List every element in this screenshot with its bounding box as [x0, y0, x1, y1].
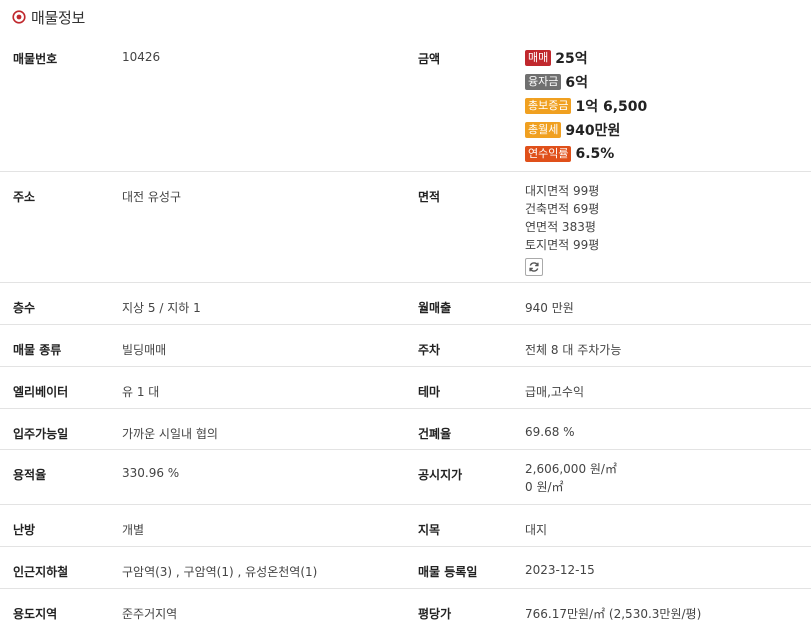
theme-label: 테마: [405, 366, 525, 409]
far-value: 330.96 %: [122, 449, 405, 505]
price-line-sale: 매매 25억: [525, 46, 811, 70]
official-price-1: 2,606,000 원/㎡: [525, 461, 617, 476]
land-area: 대지면적 99평: [525, 183, 600, 198]
area-list: 대지면적 99평 건축면적 69평 연면적 383평 토지면적 99평: [525, 171, 811, 283]
listing-no-value: 10426: [122, 34, 405, 172]
official-price-list: 2,606,000 원/㎡ 0 원/㎡: [525, 449, 811, 505]
target-icon: [12, 10, 26, 24]
loan-value: 6억: [565, 75, 588, 91]
far-label: 용적율: [0, 449, 122, 505]
address-label: 주소: [0, 171, 122, 283]
floors-label: 층수: [0, 282, 122, 325]
price-line-loan: 융자금 6억: [525, 70, 811, 94]
property-info-table: 매물번호 10426 금액 매매 25억 융자금 6억 총보증금 1억 6,50…: [0, 34, 811, 628]
yield-badge: 연수익률: [525, 146, 572, 162]
table-row: 주소 대전 유성구 면적 대지면적 99평 건축면적 69평 연면적 383평 …: [0, 171, 811, 283]
floors-value: 지상 5 / 지하 1: [122, 282, 405, 325]
table-row: 용적율 330.96 % 공시지가 2,606,000 원/㎡ 0 원/㎡: [0, 449, 811, 505]
section-header: 매물정보: [0, 0, 811, 34]
table-row: 매물 종류 빌딩매매 주차 전체 8 대 주차가능: [0, 324, 811, 367]
land-category-label: 지목: [405, 504, 525, 547]
area-unit-toggle-button[interactable]: [525, 257, 543, 276]
table-row: 난방 개별 지목 대지: [0, 504, 811, 547]
move-in-label: 입주가능일: [0, 408, 122, 450]
subway-label: 인근지하철: [0, 546, 122, 589]
zoning-value: 준주거지역: [122, 606, 178, 621]
coverage-value: 69.68 %: [525, 408, 811, 450]
heating-label: 난방: [0, 504, 122, 547]
monthly-sales-value: 940 만원: [525, 282, 811, 325]
type-value: 빌딩매매: [122, 324, 405, 367]
elevator-value: 유 1 대: [122, 366, 405, 409]
table-row: 엘리베이터 유 1 대 테마 급매,고수익: [0, 366, 811, 409]
table-row: 용도지역 준주거지역 평당가 766.17만원/㎡ (2,530.3만원/평): [0, 588, 811, 628]
parking-label: 주차: [405, 324, 525, 367]
price-list: 매매 25억 융자금 6억 총보증금 1억 6,500 총월세 940만원 연수…: [525, 34, 811, 172]
refresh-icon: [528, 261, 540, 273]
price-line-deposit: 총보증금 1억 6,500: [525, 94, 811, 118]
sale-price-value: 25억: [555, 51, 588, 67]
reg-date-label: 매물 등록일: [405, 546, 525, 589]
theme-value: 급매,고수익: [525, 366, 811, 409]
table-row: 인근지하철 구암역(3) , 구암역(1) , 유성온천역(1) 매물 등록일 …: [0, 546, 811, 589]
type-label: 매물 종류: [0, 324, 122, 367]
area-label: 면적: [405, 171, 525, 283]
building-area: 건축면적 69평: [525, 201, 600, 216]
official-price-label: 공시지가: [405, 449, 525, 505]
table-row: 매물번호 10426 금액 매매 25억 융자금 6억 총보증금 1억 6,50…: [0, 34, 811, 172]
land-category-value: 대지: [525, 504, 811, 547]
heating-value: 개별: [122, 504, 405, 547]
reg-date-value: 2023-12-15: [525, 546, 811, 589]
coverage-label: 건폐율: [405, 408, 525, 450]
rent-value: 940만원: [565, 123, 621, 139]
price-per-pyeong-value: 766.17만원/㎡ (2,530.3만원/평): [525, 606, 702, 621]
price-per-pyeong-label: 평당가: [418, 606, 452, 621]
rent-badge: 총월세: [525, 122, 562, 138]
price-line-yield: 연수익률 6.5%: [525, 142, 811, 166]
table-row: 층수 지상 5 / 지하 1 월매출 940 만원: [0, 282, 811, 325]
monthly-sales-label: 월매출: [405, 282, 525, 325]
subway-value: 구암역(3) , 구암역(1) , 유성온천역(1): [122, 546, 405, 589]
zoning-label: 용도지역: [13, 606, 58, 621]
listing-no-label: 매물번호: [0, 34, 122, 172]
deposit-badge: 총보증금: [525, 98, 572, 114]
official-price-2: 0 원/㎡: [525, 479, 564, 494]
section-title: 매물정보: [31, 8, 86, 27]
parking-value: 전체 8 대 주차가능: [525, 324, 811, 367]
elevator-label: 엘리베이터: [0, 366, 122, 409]
address-value: 대전 유성구: [122, 171, 405, 283]
lot-area: 토지면적 99평: [525, 237, 600, 252]
sale-badge: 매매: [525, 50, 552, 66]
table-row: 입주가능일 가까운 시일내 협의 건폐율 69.68 %: [0, 408, 811, 450]
deposit-value: 1억 6,500: [575, 99, 648, 115]
yield-value: 6.5%: [575, 146, 615, 162]
loan-badge: 융자금: [525, 74, 562, 90]
price-line-rent: 총월세 940만원: [525, 118, 811, 142]
total-floor-area: 연면적 383평: [525, 219, 596, 234]
move-in-value: 가까운 시일내 협의: [122, 408, 405, 450]
price-label: 금액: [405, 34, 525, 172]
